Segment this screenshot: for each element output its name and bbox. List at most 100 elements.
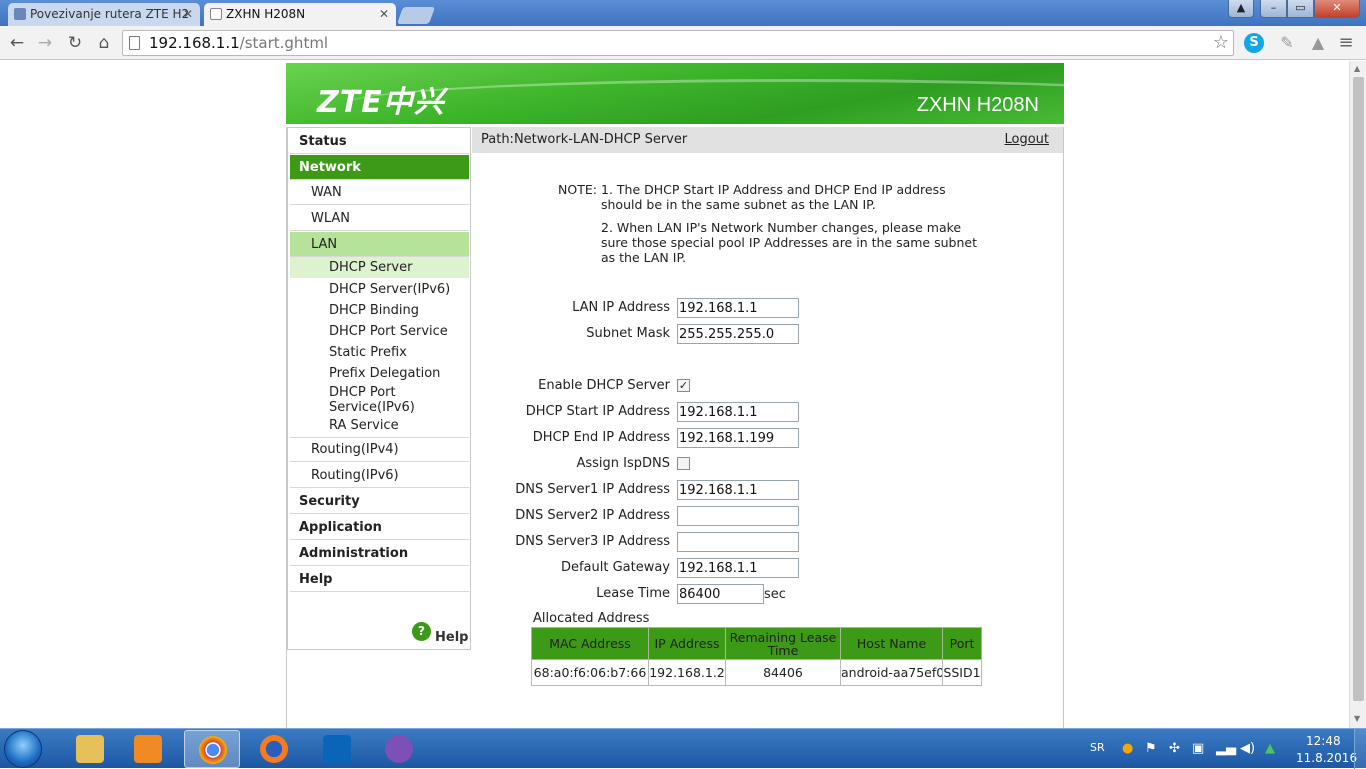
header-banner: ZTE中兴 ZXHN H208N <box>286 63 1064 124</box>
language-indicator[interactable]: SR <box>1090 741 1105 754</box>
taskbar-media-player[interactable] <box>120 730 176 768</box>
forward-arrow-icon[interactable]: → <box>34 32 56 54</box>
profile-icon[interactable]: ▲ <box>1228 0 1254 18</box>
skype-icon[interactable]: S <box>1244 33 1264 53</box>
sidebar-item-ra-service[interactable]: RA Service <box>290 418 469 438</box>
tab-zxhn[interactable]: ZXHN H208N ✕ <box>204 3 396 26</box>
windows-taskbar: SR ● ⚑ ✣ ▣ ▂▄ ◀) ▲ 12:48 11.8.2016 <box>0 728 1366 769</box>
sidebar-item-help[interactable]: Help <box>290 567 469 592</box>
dns1-input[interactable] <box>677 480 799 500</box>
sidebar-item-routing-ipv6[interactable]: Routing(IPv6) <box>290 463 469 488</box>
menu-icon[interactable]: ≡ <box>1336 33 1356 53</box>
help-icon[interactable]: ? <box>412 622 431 641</box>
tab-povezivanje[interactable]: Povezivanje rutera ZTE H2 ✕ <box>8 3 200 26</box>
close-window-button[interactable]: ✕ <box>1314 0 1360 18</box>
bookmark-star-icon[interactable]: ☆ <box>1213 32 1229 53</box>
sidebar-menu: Status Network WAN WLAN LAN DHCP Server … <box>287 127 471 650</box>
tab-close-icon[interactable]: ✕ <box>183 3 193 25</box>
new-tab-button[interactable] <box>396 7 436 24</box>
reload-icon[interactable]: ↻ <box>64 32 86 54</box>
maximize-button[interactable]: ▭ <box>1287 0 1314 18</box>
dropbox-icon[interactable]: ✣ <box>1169 741 1180 756</box>
taskbar-viber[interactable] <box>371 730 427 768</box>
sidebar-item-prefix-delegation[interactable]: Prefix Delegation <box>290 366 469 381</box>
page-scrollbar[interactable]: ▲ ▼ <box>1349 61 1366 728</box>
sidebar-item-status[interactable]: Status <box>290 129 469 154</box>
media-player-icon <box>134 735 162 763</box>
dns2-input[interactable] <box>677 506 799 526</box>
dhcp-end-input[interactable] <box>677 428 799 448</box>
model-name: ZXHN H208N <box>916 94 1039 116</box>
extension-tool-icon[interactable]: ✎ <box>1277 33 1297 53</box>
dns1-label: DNS Server1 IP Address <box>515 482 670 497</box>
sidebar-item-application[interactable]: Application <box>290 515 469 540</box>
tab-close-icon[interactable]: ✕ <box>379 3 389 25</box>
lan-ip-input[interactable] <box>677 298 799 318</box>
drive-icon[interactable]: ▲ <box>1308 33 1328 53</box>
sidebar-item-dhcp-server-ipv6[interactable]: DHCP Server(IPv6) <box>290 282 469 297</box>
lan-ip-label: LAN IP Address <box>572 300 670 315</box>
signal-icon[interactable]: ▂▄ <box>1216 741 1236 756</box>
default-gateway-input[interactable] <box>677 558 799 578</box>
device-icon[interactable]: ▣ <box>1192 741 1204 756</box>
sidebar-item-security[interactable]: Security <box>290 489 469 514</box>
taskbar-firefox[interactable] <box>246 730 302 768</box>
note-2: 2. When LAN IP's Network Number changes,… <box>601 220 977 265</box>
volume-icon[interactable]: ◀) <box>1240 741 1255 756</box>
avast-icon[interactable]: ● <box>1122 741 1133 756</box>
taskbar-outlook[interactable] <box>309 730 365 768</box>
col-ip: IP Address <box>648 627 726 660</box>
table-header-row: MAC Address IP Address Remaining Lease T… <box>531 627 982 660</box>
cell-lease: 84406 <box>725 659 841 686</box>
browser-toolbar: ← → ↻ ⌂ 192.168.1.1/start.ghtml ☆ S ✎ ▲ … <box>0 26 1366 60</box>
lease-time-input[interactable] <box>677 584 764 604</box>
scroll-thumb[interactable] <box>1353 77 1364 701</box>
address-bar[interactable]: 192.168.1.1/start.ghtml ☆ <box>122 30 1234 56</box>
help-link[interactable]: Help <box>435 630 468 645</box>
logout-link[interactable]: Logout <box>1004 132 1049 147</box>
tab-favicon-icon <box>14 8 26 20</box>
sidebar-item-wan[interactable]: WAN <box>290 180 469 205</box>
allocated-address-table: MAC Address IP Address Remaining Lease T… <box>531 627 982 686</box>
start-button[interactable] <box>4 730 42 768</box>
minimize-button[interactable]: – <box>1260 0 1287 18</box>
dhcp-start-input[interactable] <box>677 402 799 422</box>
cell-mac: 68:a0:f6:06:b7:66 <box>531 659 649 686</box>
sidebar-item-dhcp-port-service[interactable]: DHCP Port Service <box>290 324 469 339</box>
scroll-up-icon[interactable]: ▲ <box>1354 64 1360 73</box>
enable-dhcp-label: Enable DHCP Server <box>538 378 670 393</box>
assign-ispdns-checkbox[interactable] <box>677 457 690 470</box>
show-desktop-button[interactable] <box>1354 729 1366 769</box>
sidebar-item-network[interactable]: Network <box>290 155 469 180</box>
sidebar-item-dhcp-port-service-ipv6[interactable]: DHCP Port Service(IPv6) <box>290 385 469 415</box>
default-gateway-label: Default Gateway <box>560 560 670 575</box>
sidebar-item-routing-ipv4[interactable]: Routing(IPv4) <box>290 437 469 462</box>
lease-time-unit: sec <box>764 587 786 602</box>
system-tray: SR ● ⚑ ✣ ▣ ▂▄ ◀) ▲ <box>1085 729 1325 769</box>
home-icon[interactable]: ⌂ <box>93 32 115 54</box>
sidebar-item-dhcp-binding[interactable]: DHCP Binding <box>290 303 469 318</box>
taskbar-explorer[interactable] <box>62 730 118 768</box>
page-favicon-icon <box>210 8 222 20</box>
dns2-label: DNS Server2 IP Address <box>515 508 670 523</box>
dns3-input[interactable] <box>677 532 799 552</box>
sidebar-item-administration[interactable]: Administration <box>290 541 469 566</box>
clock-time[interactable]: 12:48 <box>1306 734 1341 748</box>
back-arrow-icon[interactable]: ← <box>6 32 28 54</box>
sidebar-item-static-prefix[interactable]: Static Prefix <box>290 345 469 360</box>
enable-dhcp-checkbox[interactable]: ✓ <box>677 379 690 392</box>
col-lease: Remaining Lease Time <box>725 627 841 660</box>
breadcrumb-bar: Path:Network-LAN-DHCP Server Logout <box>472 127 1063 153</box>
flag-icon[interactable]: ⚑ <box>1145 741 1157 756</box>
assign-ispdns-label: Assign IspDNS <box>576 456 670 471</box>
clock-date[interactable]: 11.8.2016 <box>1296 751 1357 765</box>
sidebar-item-lan[interactable]: LAN <box>290 232 469 257</box>
drive-sync-icon[interactable]: ▲ <box>1265 741 1275 756</box>
sidebar-item-wlan[interactable]: WLAN <box>290 206 469 231</box>
sidebar-item-dhcp-server[interactable]: DHCP Server <box>290 257 469 278</box>
url-text[interactable]: 192.168.1.1/start.ghtml <box>149 34 328 52</box>
taskbar-chrome[interactable] <box>184 730 240 768</box>
subnet-mask-input[interactable] <box>677 324 799 344</box>
scroll-down-icon[interactable]: ▼ <box>1354 714 1360 723</box>
dhcp-start-label: DHCP Start IP Address <box>525 404 670 419</box>
